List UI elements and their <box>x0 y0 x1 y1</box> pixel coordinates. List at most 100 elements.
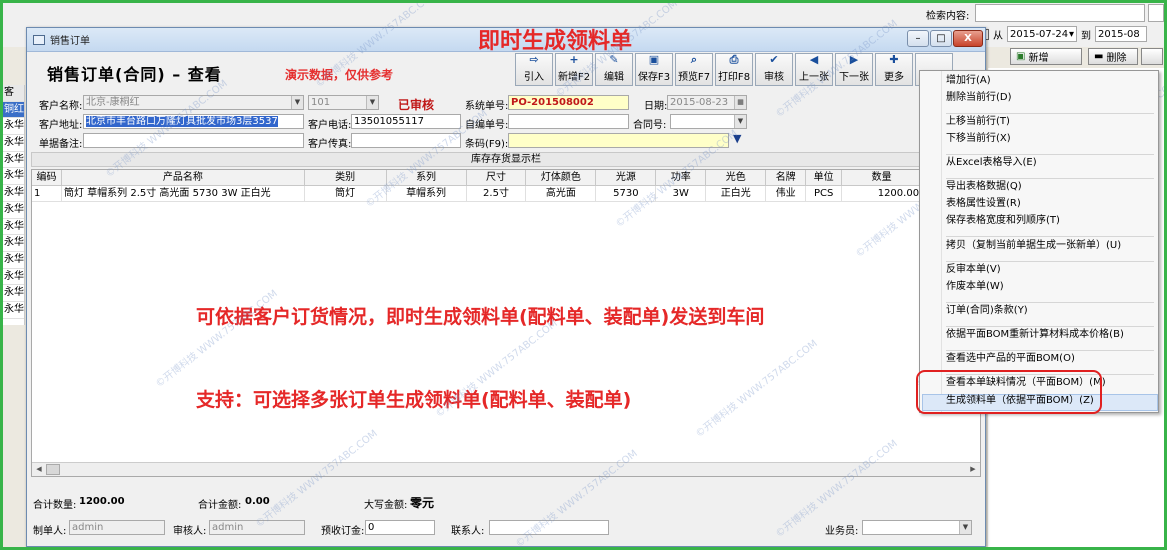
scroll-left-icon[interactable]: ◀ <box>32 463 46 476</box>
bg-list-item[interactable]: 永华 <box>3 269 24 286</box>
toolbar-icon-9: ✚ <box>889 53 899 66</box>
grid-column-header[interactable]: 名牌 <box>766 170 807 186</box>
grid-column-header[interactable]: 数量 <box>842 170 923 186</box>
fax-label: 客户传真: <box>308 139 352 150</box>
table-cell[interactable]: 筒灯 草帽系列 2.5寸 高光面 5730 3W 正白光 <box>61 186 305 202</box>
toolbar-label: 引入 <box>524 72 544 83</box>
table-cell[interactable]: 高光面 <box>526 186 597 202</box>
minimize-button[interactable]: – <box>907 30 929 47</box>
date-field[interactable]: 2015-08-23 ▦ <box>667 95 747 110</box>
menu-item[interactable]: 删除当前行(D) <box>946 88 1012 103</box>
grid-column-header[interactable]: 编码 <box>32 170 62 186</box>
toolbar-button-0[interactable]: ⇨ 引入 <box>515 53 553 86</box>
scroll-thumb[interactable] <box>46 464 60 475</box>
menu-item[interactable]: 生成领料单（依据平面BOM）(Z) <box>946 391 1094 406</box>
toolbar-button-4[interactable]: ⌕ 预览F7 <box>675 53 713 86</box>
toolbar-button-6[interactable]: ✔ 审核 <box>755 53 793 86</box>
grid-column-header[interactable]: 光色 <box>706 170 767 186</box>
table-cell[interactable]: 1 <box>32 186 62 202</box>
close-button[interactable]: X <box>953 30 983 47</box>
bg-list-item[interactable]: 永华 <box>3 168 24 186</box>
toolbar-button-2[interactable]: ✎ 编辑 <box>595 53 633 86</box>
grid-column-header[interactable]: 光源 <box>596 170 657 186</box>
menu-item[interactable]: 反审本单(V) <box>946 260 1001 275</box>
sysno-field[interactable]: PO-201508002 <box>508 95 629 110</box>
toolbar-button-8[interactable]: ▶ 下一张 <box>835 53 873 86</box>
bg-list-item[interactable]: 永华 <box>3 252 24 269</box>
menu-item[interactable]: 作废本单(W) <box>946 277 1004 292</box>
deposit-field[interactable]: 0 <box>365 520 435 535</box>
phone-field[interactable]: 13501055117 <box>351 114 461 129</box>
bg-list-item[interactable]: 永华 <box>3 302 24 319</box>
selfno-field[interactable] <box>508 114 629 129</box>
bg-list-item[interactable]: 永华 <box>3 135 24 152</box>
menu-item[interactable]: 增加行(A) <box>946 71 991 86</box>
bg-list-item[interactable]: 永华 <box>3 285 24 302</box>
menu-item[interactable]: 查看选中产品的平面BOM(O) <box>946 349 1075 364</box>
toolbar-button-5[interactable]: ⎙ 打印F8 <box>715 53 753 86</box>
fax-field[interactable] <box>351 133 461 148</box>
toolbar-button-9[interactable]: ✚ 更多 <box>875 53 913 86</box>
toolbar-button-1[interactable]: + 新增F2 <box>555 53 593 86</box>
bg-date-from[interactable]: 2015-07-24 ▾ <box>1007 26 1077 42</box>
bg-list-item[interactable]: 铜红 <box>3 101 24 119</box>
bg-list-item[interactable]: 永华 <box>3 118 24 136</box>
table-cell[interactable]: 1200.00 <box>842 186 923 202</box>
demo-note: 演示数据，仅供参考 <box>285 68 394 82</box>
bg-list-item[interactable]: 永华 <box>3 235 24 252</box>
address-field[interactable]: 北京市丰台路口万隆灯具批发市场3层3537 <box>83 114 304 129</box>
bg-list-item[interactable]: 永华 <box>3 202 24 219</box>
sales-field[interactable]: ▼ <box>862 520 972 535</box>
menu-item[interactable]: 下移当前行(X) <box>946 129 1011 144</box>
contact-field[interactable] <box>489 520 609 535</box>
minus-icon: ▬ <box>1094 51 1104 62</box>
menu-item[interactable]: 保存表格宽度和列顺序(T) <box>946 211 1060 226</box>
bg-list-item[interactable]: 永华 <box>3 152 24 169</box>
maker-field[interactable]: admin <box>69 520 165 535</box>
customer-name-field[interactable]: 北京-康桐红 ▼ <box>83 95 304 110</box>
menu-item[interactable]: 查看本单缺料情况（平面BOM）(M) <box>946 373 1106 388</box>
customer-code-field[interactable]: 101 ▼ <box>308 95 379 110</box>
table-cell[interactable]: 正白光 <box>706 186 767 202</box>
bg-more-button[interactable] <box>1141 48 1163 65</box>
contract-field[interactable]: ▼ <box>670 114 747 129</box>
bg-search-input[interactable] <box>975 4 1145 22</box>
grid-column-header[interactable]: 系列 <box>386 170 467 186</box>
grid-column-header[interactable]: 功率 <box>656 170 707 186</box>
bg-list-item[interactable]: 永华 <box>3 185 24 202</box>
grid-column-header[interactable]: 单位 <box>806 170 843 186</box>
grid-column-header[interactable]: 类别 <box>304 170 387 186</box>
toolbar-button-7[interactable]: ◀ 上一张 <box>795 53 833 86</box>
table-cell[interactable]: PCS <box>806 186 843 202</box>
table-cell[interactable]: 草帽系列 <box>386 186 467 202</box>
bg-list-item[interactable]: 永华 <box>3 219 24 236</box>
table-cell[interactable]: 3W <box>656 186 707 202</box>
grid-column-header[interactable]: 尺寸 <box>466 170 527 186</box>
expand-down-icon[interactable]: ▼ <box>733 132 741 145</box>
table-cell[interactable]: 5730 <box>596 186 657 202</box>
bg-add-button[interactable]: ▣ 新增 <box>1010 48 1082 65</box>
bg-search-dropdown[interactable] <box>1148 4 1164 22</box>
bg-date-to[interactable]: 2015-08 <box>1095 26 1147 42</box>
table-row[interactable]: 1 筒灯 草帽系列 2.5寸 高光面 5730 3W 正白光 筒灯 草帽系列 2.5寸高… <box>32 186 980 202</box>
remark-field[interactable] <box>83 133 304 148</box>
grid-column-header[interactable]: 产品名称 <box>61 170 305 186</box>
toolbar-button-3[interactable]: ▣ 保存F3 <box>635 53 673 86</box>
menu-item[interactable]: 导出表格数据(Q) <box>946 177 1022 192</box>
table-cell[interactable]: 2.5寸 <box>466 186 527 202</box>
barcode-field[interactable] <box>508 133 729 148</box>
auditor-field[interactable]: admin <box>209 520 305 535</box>
menu-item[interactable]: 依据平面BOM重新计算材料成本价格(B) <box>946 325 1124 340</box>
bg-delete-button[interactable]: ▬ 删除 <box>1088 48 1138 65</box>
menu-item[interactable]: 上移当前行(T) <box>946 112 1010 127</box>
menu-item[interactable]: 订单(合同)条款(Y) <box>946 301 1028 316</box>
horizontal-scrollbar[interactable]: ◀ ▶ <box>32 462 980 476</box>
maximize-button[interactable]: □ <box>930 30 952 47</box>
scroll-right-icon[interactable]: ▶ <box>966 463 980 476</box>
menu-item[interactable]: 拷贝（复制当前单据生成一张新单）(U) <box>946 236 1121 251</box>
grid-column-header[interactable]: 灯体颜色 <box>526 170 597 186</box>
menu-item[interactable]: 从Excel表格导入(E) <box>946 153 1037 168</box>
menu-item[interactable]: 表格属性设置(R) <box>946 194 1021 209</box>
table-cell[interactable]: 筒灯 <box>304 186 387 202</box>
table-cell[interactable]: 伟业 <box>766 186 807 202</box>
